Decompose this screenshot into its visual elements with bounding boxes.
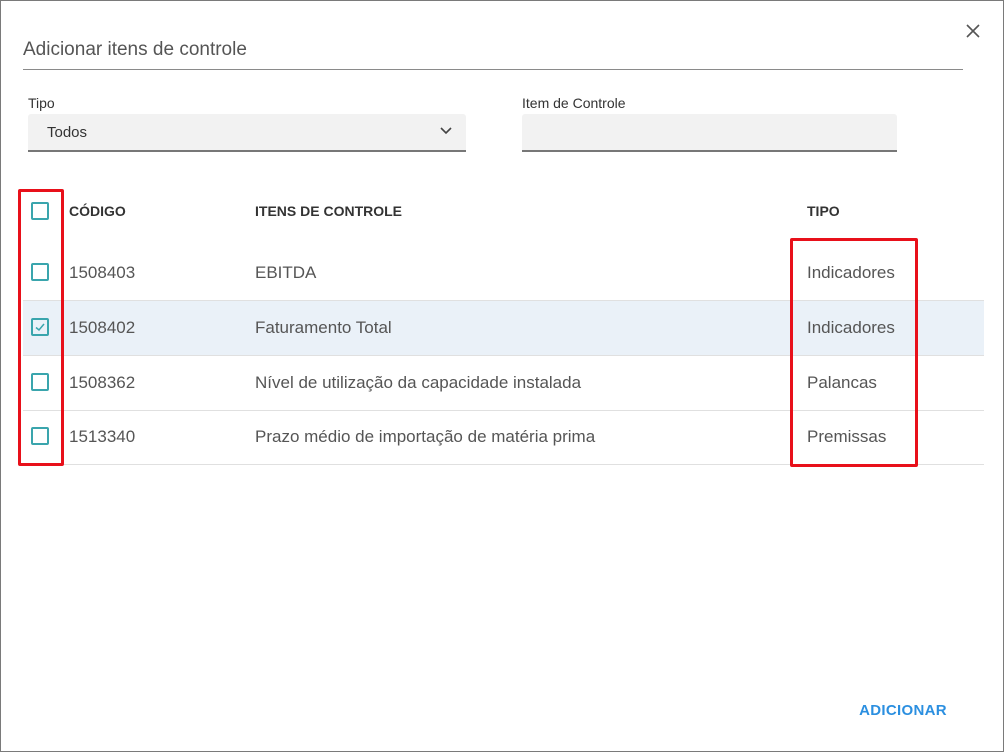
add-button[interactable]: ADICIONAR [849, 695, 957, 725]
item-de-controle-label: Item de Controle [522, 95, 626, 111]
tipo-select[interactable]: Todos [28, 114, 466, 152]
row-item: Faturamento Total [255, 318, 392, 337]
checkbox-column-highlight [18, 189, 64, 466]
row-codigo: 1513340 [69, 427, 136, 446]
row-item: Prazo médio de importação de matéria pri… [255, 427, 596, 446]
add-control-items-dialog: Adicionar itens de controle Tipo Todos I… [0, 0, 1004, 752]
close-icon [966, 24, 980, 38]
tipo-column-highlight [790, 238, 918, 467]
header-tipo: TIPO [807, 203, 840, 219]
row-item: EBITDA [255, 263, 317, 282]
tipo-select-value: Todos [47, 124, 88, 141]
row-codigo: 1508362 [69, 373, 136, 392]
tipo-label: Tipo [28, 95, 55, 111]
chevron-down-icon [440, 127, 452, 135]
dialog-title: Adicionar itens de controle [23, 39, 247, 60]
item-de-controle-input[interactable] [522, 114, 897, 152]
row-codigo: 1508402 [69, 318, 136, 337]
row-codigo: 1508403 [69, 263, 136, 282]
header-codigo: CÓDIGO [69, 203, 126, 219]
row-item: Nível de utilização da capacidade instal… [255, 373, 582, 392]
close-button[interactable] [963, 21, 983, 41]
dialog-title-field: Adicionar itens de controle [23, 37, 963, 70]
header-itens-de-controle: ITENS DE CONTROLE [255, 203, 403, 219]
